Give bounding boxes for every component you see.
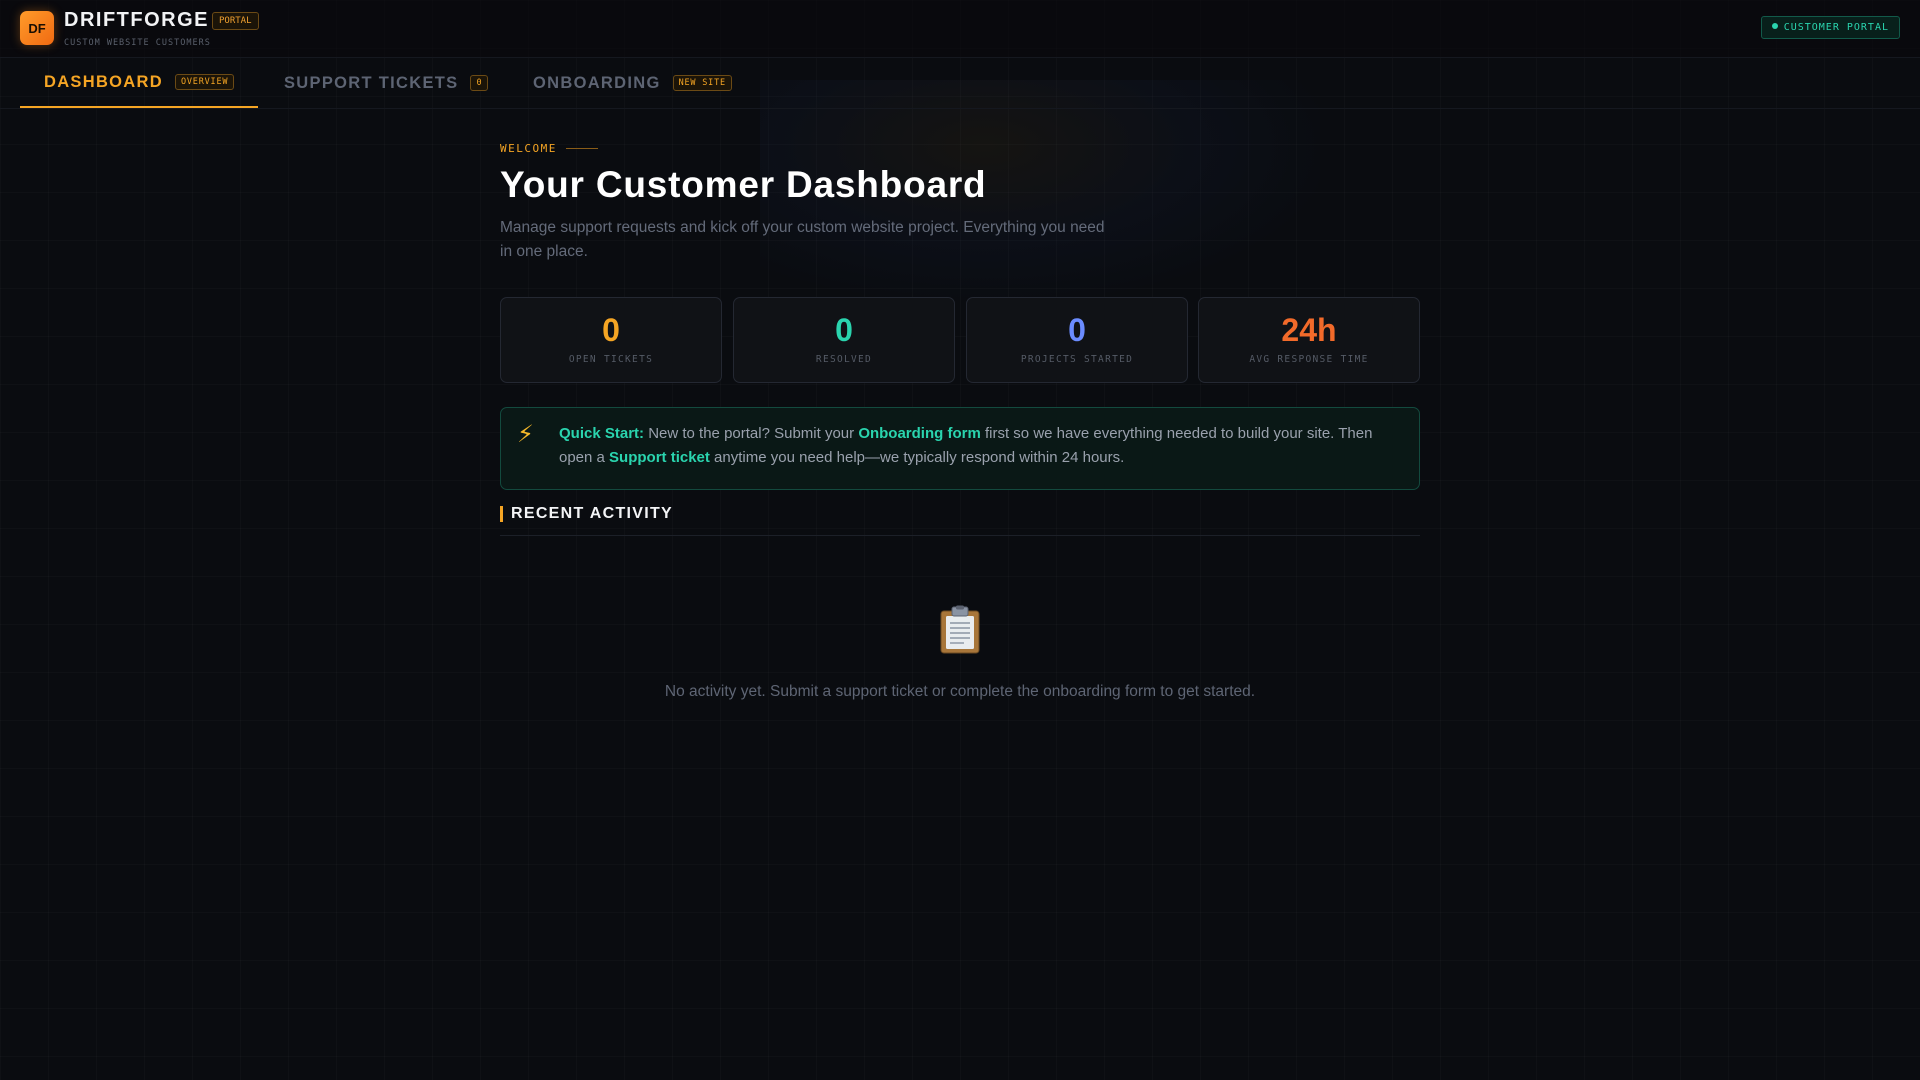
brand-logo[interactable]: DF xyxy=(20,11,54,45)
page-description: Manage support requests and kick off you… xyxy=(500,219,1105,260)
recent-activity-title: RECENT ACTIVITY xyxy=(511,505,674,522)
quick-start-lead: Quick Start: xyxy=(559,425,645,442)
main-tabs: DASHBOARD OVERVIEW SUPPORT TICKETS 0 ONB… xyxy=(0,58,1920,109)
support-ticket-link[interactable]: Support ticket xyxy=(609,449,710,466)
stat-label: AVG RESPONSE TIME xyxy=(1249,354,1369,365)
stat-card-open-tickets: 0 OPEN TICKETS xyxy=(500,297,722,383)
page-title: Your Customer Dashboard xyxy=(500,164,987,205)
tab-dashboard[interactable]: DASHBOARD OVERVIEW xyxy=(20,58,259,108)
tab-label: ONBOARDING xyxy=(533,73,661,92)
customer-portal-chip: CUSTOMER PORTAL xyxy=(1760,16,1900,39)
welcome-eyebrow: WELCOME xyxy=(500,142,598,155)
clipboard-icon xyxy=(940,605,980,654)
tab-onboarding[interactable]: ONBOARDING NEW SITE xyxy=(509,58,756,108)
stat-card-resolved: 0 RESOLVED xyxy=(733,297,955,383)
tab-label: SUPPORT TICKETS xyxy=(284,73,459,92)
onboarding-form-link[interactable]: Onboarding form xyxy=(858,425,981,442)
quick-start-text: Quick Start: New to the portal? Submit y… xyxy=(559,422,1409,470)
eyebrow-divider xyxy=(565,148,598,149)
top-bar: DF DRIFTFORGE PORTAL CUSTOM WEBSITE CUST… xyxy=(0,0,1920,58)
tab-label: DASHBOARD xyxy=(44,72,163,91)
welcome-label: WELCOME xyxy=(500,142,557,155)
empty-activity-message: No activity yet. Submit a support ticket… xyxy=(664,683,1256,700)
brand-subtitle: CUSTOM WEBSITE CUSTOMERS xyxy=(64,38,211,48)
brand-name: DRIFTFORGE xyxy=(64,9,209,31)
status-dot-icon xyxy=(1771,23,1778,29)
section-accent-bar xyxy=(500,506,503,522)
portal-chip-label: CUSTOMER PORTAL xyxy=(1783,22,1889,33)
stat-label: PROJECTS STARTED xyxy=(1020,354,1134,365)
tab-support-tickets[interactable]: SUPPORT TICKETS 0 xyxy=(260,58,512,108)
ticket-count-badge: 0 xyxy=(470,75,489,91)
stat-value: 24h xyxy=(1281,312,1337,348)
quick-start-text-1: New to the portal? Submit your xyxy=(644,425,859,442)
tab-badge: NEW SITE xyxy=(672,75,732,91)
brand-badge: PORTAL xyxy=(212,12,259,30)
stat-value: 0 xyxy=(835,312,853,348)
stat-value: 0 xyxy=(602,312,620,348)
stat-label: RESOLVED xyxy=(815,354,873,365)
stat-card-avg-response: 24h AVG RESPONSE TIME xyxy=(1198,297,1420,383)
quick-start-callout: ⚡ Quick Start: New to the portal? Submit… xyxy=(500,407,1420,490)
stat-card-projects-started: 0 PROJECTS STARTED xyxy=(966,297,1188,383)
quick-start-text-3: anytime you need help—we typically respo… xyxy=(709,449,1125,466)
tab-badge: OVERVIEW xyxy=(174,74,235,90)
stat-value: 0 xyxy=(1068,312,1086,348)
stats-row: 0 OPEN TICKETS 0 RESOLVED 0 PROJECTS STA… xyxy=(500,297,1420,383)
stat-label: OPEN TICKETS xyxy=(568,354,654,365)
background-grid xyxy=(0,0,1920,1080)
lightning-icon: ⚡ xyxy=(517,421,534,448)
recent-activity-header: RECENT ACTIVITY xyxy=(500,505,1420,536)
